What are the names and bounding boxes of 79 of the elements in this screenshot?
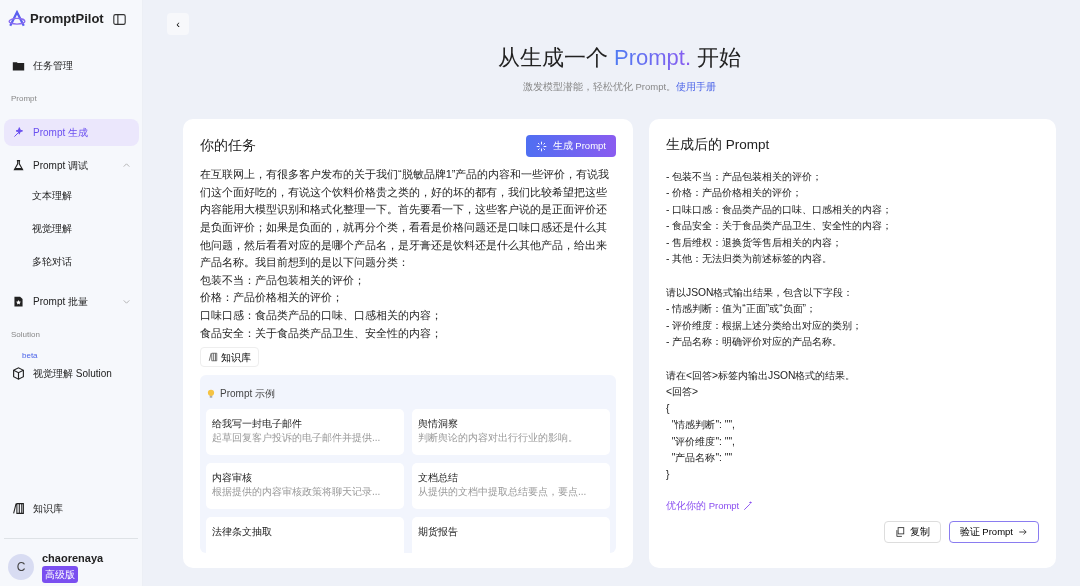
user-avatar: C	[8, 553, 34, 580]
collapse-button[interactable]: ‹	[167, 13, 189, 35]
prompt-line: }	[666, 467, 671, 482]
example-card[interactable]: 给我写一封电子邮件 起草回复客户投诉的电子邮件并提供...	[206, 409, 404, 456]
prompt-line: - 情感判断：值为“正面”或“负面”；	[666, 302, 817, 316]
sidebar-subitem[interactable]: 视觉理解	[4, 212, 139, 245]
panel-title: 生成后的 Prompt	[666, 136, 771, 155]
arrow-icon	[1018, 527, 1028, 538]
prompt-line: - 价格：产品价格相关的评价；	[666, 186, 804, 200]
sidebar-item[interactable]: Prompt 调试	[4, 152, 139, 179]
examples-title: Prompt 示例	[220, 387, 275, 402]
example-card[interactable]: 舆情洞察 判断舆论的内容对出行行业的影响。	[412, 409, 610, 456]
prompt-line: - 评价维度：根据上述分类给出对应的类别；	[666, 318, 864, 333]
example-title: 给我写一封电子邮件	[212, 417, 303, 432]
optimize-link[interactable]: 优化你的 Prompt	[666, 499, 754, 514]
star-file-icon	[12, 295, 25, 308]
prompt-line: 请在<回答>标签内输出JSON格式的结果。	[666, 368, 857, 383]
example-description: 从提供的文档中提取总结要点，要点...	[418, 485, 588, 499]
sidebar-item[interactable]: Prompt 生成	[4, 119, 139, 146]
sidebar-subitem[interactable]: 文本理解	[4, 179, 139, 212]
logo-icon	[8, 10, 26, 28]
task-text-line[interactable]: 食品安全：关于食品类产品卫生、安全性的内容；	[200, 324, 616, 343]
sidebar-item[interactable]: 视觉理解 Solution	[4, 360, 139, 387]
prompt-line: - 口味口感：食品类产品的口味、口感相关的内容；	[666, 202, 894, 217]
prompt-line: - 食品安全：关于食品类产品卫生、安全性的内容；	[666, 219, 894, 233]
example-description: 根据提供的内容审核政策将聊天记录...	[212, 485, 382, 499]
knowledge-button[interactable]: 知识库	[200, 347, 259, 368]
sidebar-item[interactable]: Prompt 批量	[4, 288, 139, 315]
sidebar-item[interactable]: 知识库	[4, 495, 139, 522]
prompt-line: - 其他：无法归类为前述标签的内容。	[666, 252, 834, 266]
example-title: 法律条文抽取	[212, 525, 273, 540]
task-text-line[interactable]: 价格：产品价格相关的评价；	[200, 289, 616, 307]
prompt-line: - 产品名称：明确评价对应的产品名称。	[666, 335, 844, 349]
prompt-line: <回答>	[666, 385, 700, 399]
user-name: chaorenaya	[42, 550, 104, 566]
example-card[interactable]: 内容审核 根据提供的内容审核政策将聊天记录...	[206, 463, 404, 510]
section-label: Solution	[10, 329, 41, 341]
wand-icon	[12, 126, 25, 139]
prompt-line: "评价维度": "",	[670, 434, 736, 449]
page-subtitle: 激发模型潜能，轻松优化 Prompt。	[522, 80, 677, 94]
prompt-line: "产品名称": ""	[670, 451, 734, 465]
prompt-line: {	[666, 401, 671, 416]
verify-button[interactable]: 验证 Prompt	[948, 521, 1039, 544]
books-icon	[208, 352, 218, 363]
app-logo-text: PromptPilot	[30, 10, 105, 29]
copy-icon	[894, 527, 905, 538]
sidebar-subitem[interactable]: 多轮对话	[4, 245, 139, 278]
generate-button[interactable]: 生成 Prompt	[525, 135, 616, 158]
example-title: 期货报告	[418, 525, 459, 540]
example-title: 文档总结	[418, 471, 459, 486]
example-card[interactable]: 文档总结 从提供的文档中提取总结要点，要点...	[412, 463, 610, 510]
page-title: 从生成一个 Prompt. 开始	[496, 44, 743, 72]
books-icon	[12, 502, 25, 515]
prompt-line: - 售后维权：退换货等售后相关的内容；	[666, 235, 844, 250]
task-text-line[interactable]: 口味口感：食品类产品的口味、口感相关的内容；	[200, 307, 616, 325]
task-text-line[interactable]: 在互联网上，有很多客户发布的关于我们“脱敏品牌1”产品的内容和一些评价，有说我们这个面好吃的，有说这个饮料价格贵之类的，好的坏的都有，我们比较希望把这些内容能用大模型识别和格式化整理一下。首先要看一下，这些客户说的是正面评价还是负面评价；如果是负面的，就再分个类，看看是价格问题还是口味口感还是什么其他问题，然后看看对应的是哪个产品名，是牙膏还是饮料还是什么其他产品，给出来产品名称。我目前想到的是以下问题分类：	[200, 166, 616, 272]
example-description: 起草回复客户投诉的电子邮件并提供...	[212, 431, 382, 445]
plan-badge: 高级版	[42, 566, 78, 584]
manual-link[interactable]: 使用手册	[676, 80, 717, 95]
beta-label: beta	[21, 351, 39, 360]
copy-button[interactable]: 复制	[883, 521, 941, 544]
example-description: 判断舆论的内容对出行行业的影响。	[418, 431, 579, 445]
cube-icon	[12, 367, 25, 380]
example-card[interactable]: 法律条文抽取	[206, 517, 404, 554]
panel-title: 你的任务	[200, 137, 256, 156]
flask-icon	[12, 159, 25, 172]
sparkle-icon	[535, 140, 547, 152]
example-title: 舆情洞察	[418, 417, 459, 432]
prompt-line: - 包装不当：产品包装相关的评价；	[666, 169, 824, 184]
folder-icon	[12, 59, 25, 72]
section-label: Prompt	[10, 93, 38, 105]
bulb-icon	[206, 388, 216, 399]
wand-icon	[743, 501, 754, 512]
example-title: 内容审核	[212, 471, 253, 486]
prompt-line: "情感判断": "",	[670, 418, 736, 432]
example-card[interactable]: 期货报告	[412, 517, 610, 554]
task-text-line[interactable]: 包装不当：产品包装相关的评价；	[200, 271, 616, 290]
prompt-line: 请以JSON格式输出结果，包含以下字段：	[666, 285, 855, 300]
sidebar-item[interactable]: 任务管理	[4, 52, 139, 79]
